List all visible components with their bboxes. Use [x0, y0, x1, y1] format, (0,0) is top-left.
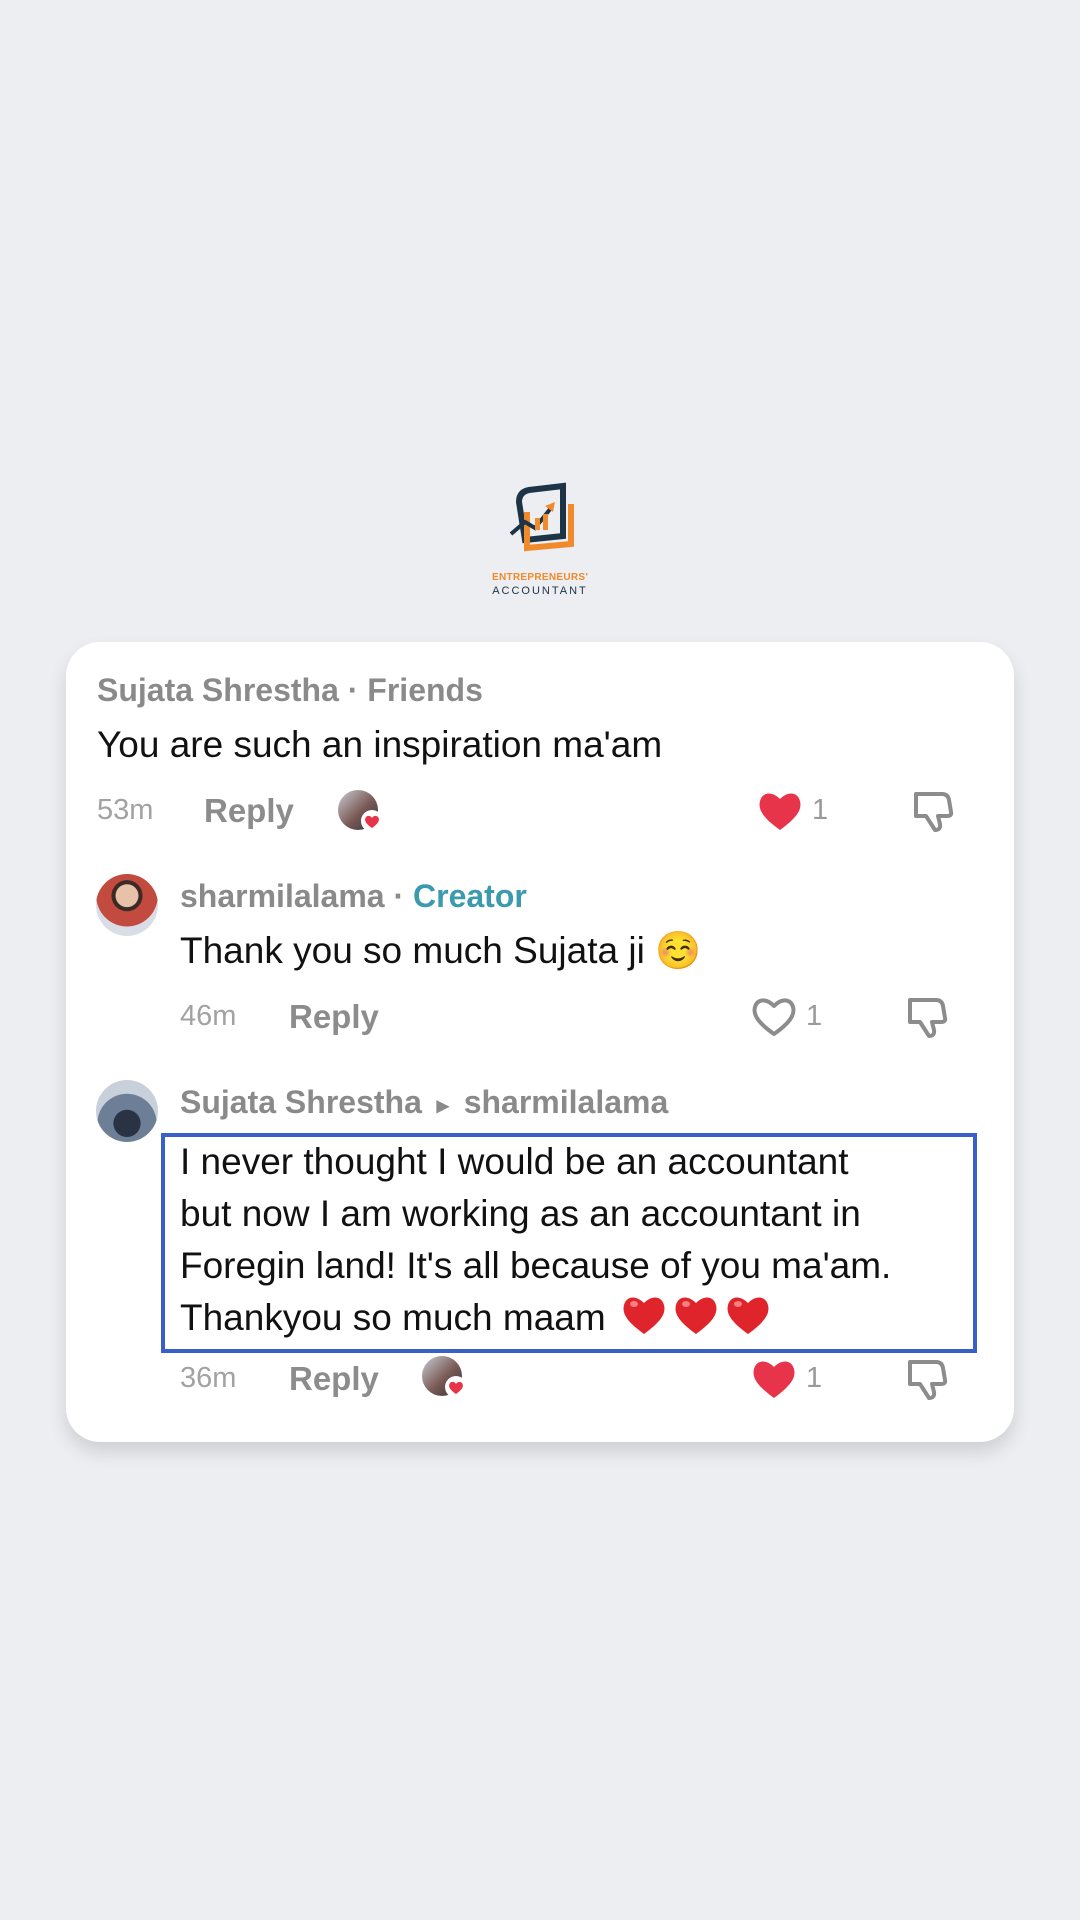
creator-heart-badge-icon [361, 810, 383, 832]
comment-1-text: You are such an inspiration ma'am [97, 724, 663, 765]
comment-3-creator-liked-avatar [422, 1356, 472, 1402]
comment-1-creator-liked-avatar [338, 790, 388, 836]
comment-card: Sujata Shrestha · Friends You are such a… [66, 642, 1014, 1442]
brand-logo: ENTREPRENEURS' ACCOUNTANT [470, 482, 610, 602]
comment-3-like-count: 1 [806, 1362, 823, 1394]
creator-heart-badge-icon [445, 1376, 467, 1398]
creator-badge: Creator [413, 878, 527, 914]
comment-2-like-count: 1 [806, 1000, 823, 1032]
comment-1-dislike-thumbs-down-icon[interactable] [910, 788, 956, 834]
comment-1-like-count: 1 [812, 794, 829, 826]
red-heart-emoji-icon [623, 1297, 665, 1334]
comment-1-reply-button[interactable]: Reply [204, 792, 294, 830]
comment-3-text-line-4-text: Thankyou so much maam [180, 1297, 606, 1338]
comment-3-text-line-4: Thankyou so much maam [180, 1292, 1020, 1344]
logo-chart-icon [509, 482, 574, 552]
comment-2-time: 46m [180, 1000, 237, 1032]
comment-3-author[interactable]: Sujata Shrestha [180, 1084, 422, 1120]
comment-2-like-heart-icon[interactable] [750, 994, 798, 1038]
smiling-face-emoji-icon: ☺️ [655, 930, 702, 971]
red-heart-emoji-icon [675, 1297, 717, 1334]
comment-2-author-line: sharmilalama · Creator [180, 878, 527, 915]
comment-2-author[interactable]: sharmilalama [180, 878, 385, 914]
comment-3-like-heart-icon[interactable] [750, 1356, 798, 1400]
comment-1-author-line: Sujata Shrestha · Friends [97, 672, 483, 709]
comment-2-text-line: Thank you so much Sujata ji ☺️ [180, 930, 701, 973]
comment-1-author[interactable]: Sujata Shrestha [97, 672, 339, 708]
comment-3-text: I never thought I would be an accountant… [180, 1136, 1020, 1344]
comment-3-text-line-2: but now I am working as an accountant in [180, 1193, 861, 1234]
comment-2-text: Thank you so much Sujata ji [180, 930, 645, 971]
reply-arrow-icon: ▸ [436, 1092, 449, 1119]
comment-3-avatar[interactable] [96, 1080, 158, 1142]
comment-2-dislike-thumbs-down-icon[interactable] [904, 994, 950, 1040]
comment-1-like-heart-icon[interactable] [756, 788, 804, 832]
comment-3-text-line-1: I never thought I would be an accountant [180, 1141, 849, 1182]
comment-3-reply-button[interactable]: Reply [289, 1360, 379, 1398]
comment-2-avatar[interactable] [96, 874, 158, 936]
comment-3-time: 36m [180, 1362, 237, 1394]
comment-3-author-line: Sujata Shrestha ▸ sharmilalama [180, 1084, 668, 1121]
comment-3-reply-to[interactable]: sharmilalama [464, 1084, 669, 1120]
comment-2-separator: · [393, 878, 405, 914]
comment-1-time: 53m [97, 794, 154, 826]
comment-3-dislike-thumbs-down-icon[interactable] [904, 1356, 950, 1402]
comment-3-text-line-3: Foregin land! It's all because of you ma… [180, 1245, 892, 1286]
logo-text-line1: ENTREPRENEURS' [491, 572, 589, 583]
red-heart-emoji-icon [727, 1297, 769, 1334]
comment-1-relation: · Friends [347, 672, 483, 708]
comment-2-reply-button[interactable]: Reply [289, 998, 379, 1036]
logo-text-line2: ACCOUNTANT [492, 585, 588, 597]
